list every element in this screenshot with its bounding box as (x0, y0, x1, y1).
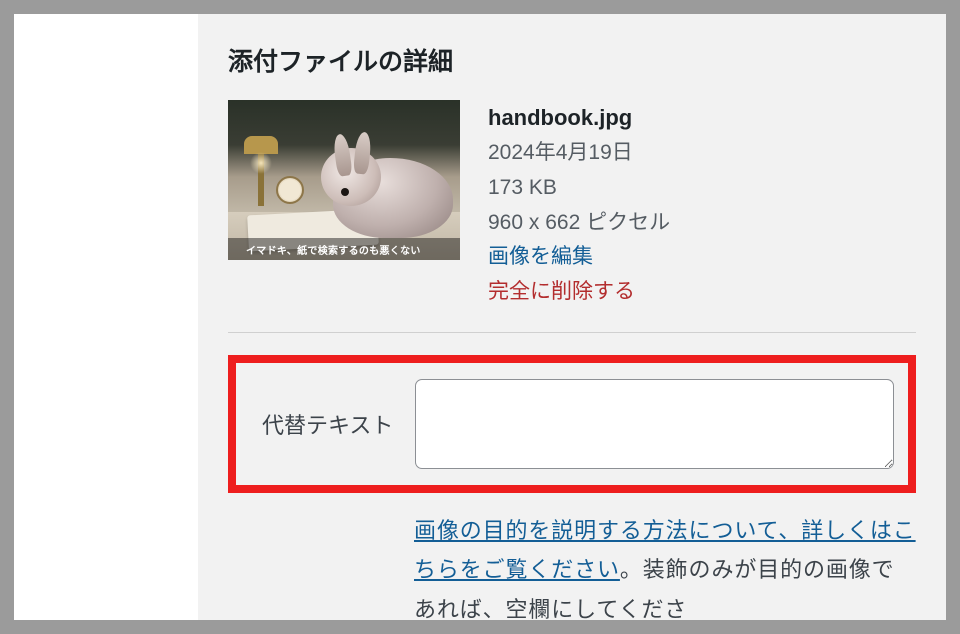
alt-text-help: 画像の目的を説明する方法について、詳しくはこちらをご覧ください。装飾のみが目的の… (414, 511, 916, 630)
thumbnail-caption: イマドキ、紙で検索するのも悪くない (228, 238, 460, 260)
section-title: 添付ファイルの詳細 (228, 42, 916, 78)
rabbit-illustration (313, 128, 460, 238)
file-size: 173 KB (488, 171, 670, 206)
detail-row: イマドキ、紙で検索するのも悪くない handbook.jpg 2024年4月19… (228, 100, 916, 310)
clock-icon (276, 176, 304, 204)
file-date: 2024年4月19日 (488, 136, 670, 171)
attachment-thumbnail[interactable]: イマドキ、紙で検索するのも悪くない (228, 100, 460, 260)
alt-text-input[interactable] (415, 379, 894, 469)
alt-text-label: 代替テキスト (262, 408, 393, 440)
filename: handbook.jpg (488, 100, 670, 136)
divider (228, 332, 916, 333)
delete-permanently-link[interactable]: 完全に削除する (488, 275, 670, 310)
attachment-details-panel: 添付ファイルの詳細 イマドキ、紙で検索するのも悪 (198, 14, 946, 620)
alt-text-help-row: 画像の目的を説明する方法について、詳しくはこちらをご覧ください。装飾のみが目的の… (228, 511, 916, 630)
file-dimensions: 960 x 662 ピクセル (488, 206, 670, 241)
file-metadata: handbook.jpg 2024年4月19日 173 KB 960 x 662… (488, 100, 670, 310)
edit-image-link[interactable]: 画像を編集 (488, 240, 670, 275)
alt-text-highlight: 代替テキスト (228, 355, 916, 493)
